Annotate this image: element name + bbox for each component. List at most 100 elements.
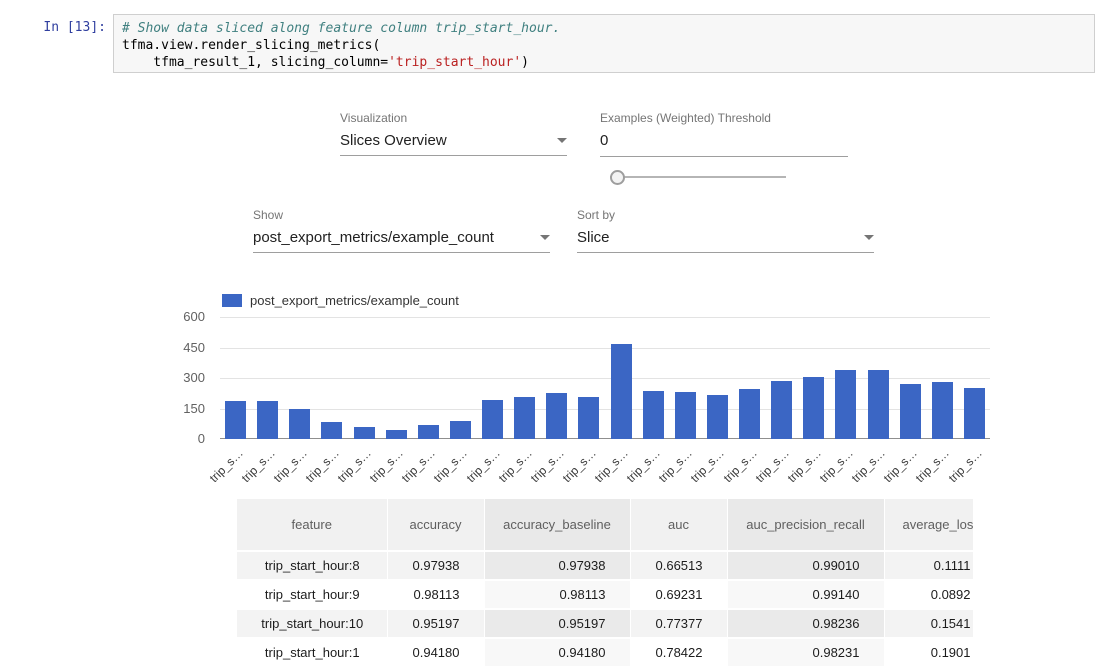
bar-3[interactable] — [321, 422, 342, 439]
x-tick-label: trip_s… — [945, 446, 984, 485]
x-tick-label: trip_s… — [238, 446, 277, 485]
show-metric-control: Show post_export_metrics/example_count — [253, 208, 550, 253]
bar-1[interactable] — [257, 401, 278, 439]
visualization-value: Slices Overview — [340, 132, 447, 149]
show-metric-select[interactable]: post_export_metrics/example_count — [253, 229, 550, 253]
x-tick-label: trip_s… — [785, 446, 824, 485]
bar-21[interactable] — [900, 384, 921, 439]
bar-11[interactable] — [578, 397, 599, 439]
x-tick-label: trip_s… — [495, 446, 534, 485]
cell-auc-precision-recall: 0.99140 — [727, 580, 884, 609]
table-row[interactable]: trip_start_hour:9 0.98113 0.98113 0.6923… — [237, 580, 973, 609]
col-header-feature[interactable]: feature — [237, 499, 387, 551]
bar-23[interactable] — [964, 388, 985, 439]
cell-feature: trip_start_hour:9 — [237, 580, 387, 609]
chart-plot-area — [220, 317, 990, 439]
bar-10[interactable] — [546, 393, 567, 439]
x-tick-label: trip_s… — [913, 446, 952, 485]
bar-4[interactable] — [354, 427, 375, 439]
table-row[interactable]: trip_start_hour:1 0.94180 0.94180 0.7842… — [237, 638, 973, 667]
cell-feature: trip_start_hour:10 — [237, 609, 387, 638]
x-tick-label: trip_s… — [560, 446, 599, 485]
x-tick-label: trip_s… — [720, 446, 759, 485]
x-tick-label: trip_s… — [592, 446, 631, 485]
bar-6[interactable] — [418, 425, 439, 439]
bar-2[interactable] — [289, 409, 310, 439]
x-tick-label: trip_s… — [335, 446, 374, 485]
cell-average-loss: 0.0892 — [884, 580, 973, 609]
visualization-select[interactable]: Slices Overview — [340, 132, 567, 156]
x-tick-label: trip_s… — [849, 446, 888, 485]
code-editor[interactable]: # Show data sliced along feature column … — [114, 15, 1094, 76]
cell-auc: 0.69231 — [630, 580, 727, 609]
show-label: Show — [253, 208, 550, 222]
x-tick-label: trip_s… — [367, 446, 406, 485]
col-header-accuracy-baseline[interactable]: accuracy_baseline — [484, 499, 630, 551]
x-tick-label: trip_s… — [528, 446, 567, 485]
bar-19[interactable] — [835, 370, 856, 439]
x-tick-label: trip_s… — [431, 446, 470, 485]
bar-16[interactable] — [739, 389, 760, 439]
input-prompt: In [13]: — [0, 20, 106, 35]
bar-22[interactable] — [932, 382, 953, 439]
bar-5[interactable] — [386, 430, 407, 439]
bar-20[interactable] — [868, 370, 889, 439]
bar-12[interactable] — [611, 344, 632, 439]
chart-x-axis-labels: trip_s…trip_s…trip_s…trip_s…trip_s…trip_… — [220, 439, 990, 485]
x-tick-label: trip_s… — [656, 446, 695, 485]
col-header-accuracy[interactable]: accuracy — [387, 499, 484, 551]
sort-by-select[interactable]: Slice — [577, 229, 874, 253]
slider-thumb[interactable] — [610, 170, 625, 185]
cell-feature: trip_start_hour:8 — [237, 551, 387, 580]
cell-average-loss: 0.1541 — [884, 609, 973, 638]
threshold-input[interactable] — [600, 132, 848, 157]
code-line2: tfma.view.render_slicing_metrics( — [122, 38, 380, 53]
legend-label: post_export_metrics/example_count — [250, 293, 459, 308]
y-tick-label: 450 — [160, 341, 205, 355]
chart-bars — [220, 317, 990, 439]
x-tick-label: trip_s… — [624, 446, 663, 485]
visualization-label: Visualization — [340, 111, 567, 125]
cell-accuracy: 0.97938 — [387, 551, 484, 580]
x-tick-label: trip_s… — [817, 446, 856, 485]
cell-accuracy-baseline: 0.98113 — [484, 580, 630, 609]
cell-auc-precision-recall: 0.99010 — [727, 551, 884, 580]
bar-14[interactable] — [675, 392, 696, 439]
y-axis-labels: 0150300450600 — [160, 317, 205, 439]
threshold-slider[interactable] — [610, 170, 786, 184]
cell-average-loss: 0.1901 — [884, 638, 973, 667]
metrics-table: feature accuracy accuracy_baseline auc a… — [237, 499, 973, 668]
bar-9[interactable] — [514, 397, 535, 439]
table-row[interactable]: trip_start_hour:10 0.95197 0.95197 0.773… — [237, 609, 973, 638]
y-tick-label: 600 — [160, 310, 205, 324]
chevron-down-icon — [557, 138, 567, 143]
x-tick-label: trip_s… — [271, 446, 310, 485]
cell-average-loss: 0.1111 — [884, 551, 973, 580]
cell-feature: trip_start_hour:1 — [237, 638, 387, 667]
notebook-page: In [13]: # Show data sliced along featur… — [0, 0, 1111, 668]
sort-by-control: Sort by Slice — [577, 208, 874, 253]
threshold-label: Examples (Weighted) Threshold — [600, 111, 848, 125]
bar-17[interactable] — [771, 381, 792, 439]
bar-15[interactable] — [707, 395, 728, 439]
y-tick-label: 150 — [160, 402, 205, 416]
bar-7[interactable] — [450, 421, 471, 439]
code-cell[interactable]: # Show data sliced along feature column … — [113, 14, 1095, 73]
bar-13[interactable] — [643, 391, 664, 439]
metrics-table-wrap: feature accuracy accuracy_baseline auc a… — [237, 499, 973, 668]
col-header-auc-precision-recall[interactable]: auc_precision_recall — [727, 499, 884, 551]
cell-accuracy: 0.95197 — [387, 609, 484, 638]
visualization-control: Visualization Slices Overview — [340, 111, 567, 156]
code-close-paren: ) — [521, 55, 529, 70]
col-header-auc[interactable]: auc — [630, 499, 727, 551]
chevron-down-icon — [540, 235, 550, 240]
y-tick-label: 300 — [160, 371, 205, 385]
col-header-average-loss[interactable]: average_loss — [884, 499, 973, 551]
slider-track[interactable] — [610, 176, 786, 178]
table-row[interactable]: trip_start_hour:8 0.97938 0.97938 0.6651… — [237, 551, 973, 580]
bar-0[interactable] — [225, 401, 246, 439]
bar-18[interactable] — [803, 377, 824, 439]
cell-auc-precision-recall: 0.98236 — [727, 609, 884, 638]
bar-8[interactable] — [482, 400, 503, 439]
sort-by-label: Sort by — [577, 208, 874, 222]
